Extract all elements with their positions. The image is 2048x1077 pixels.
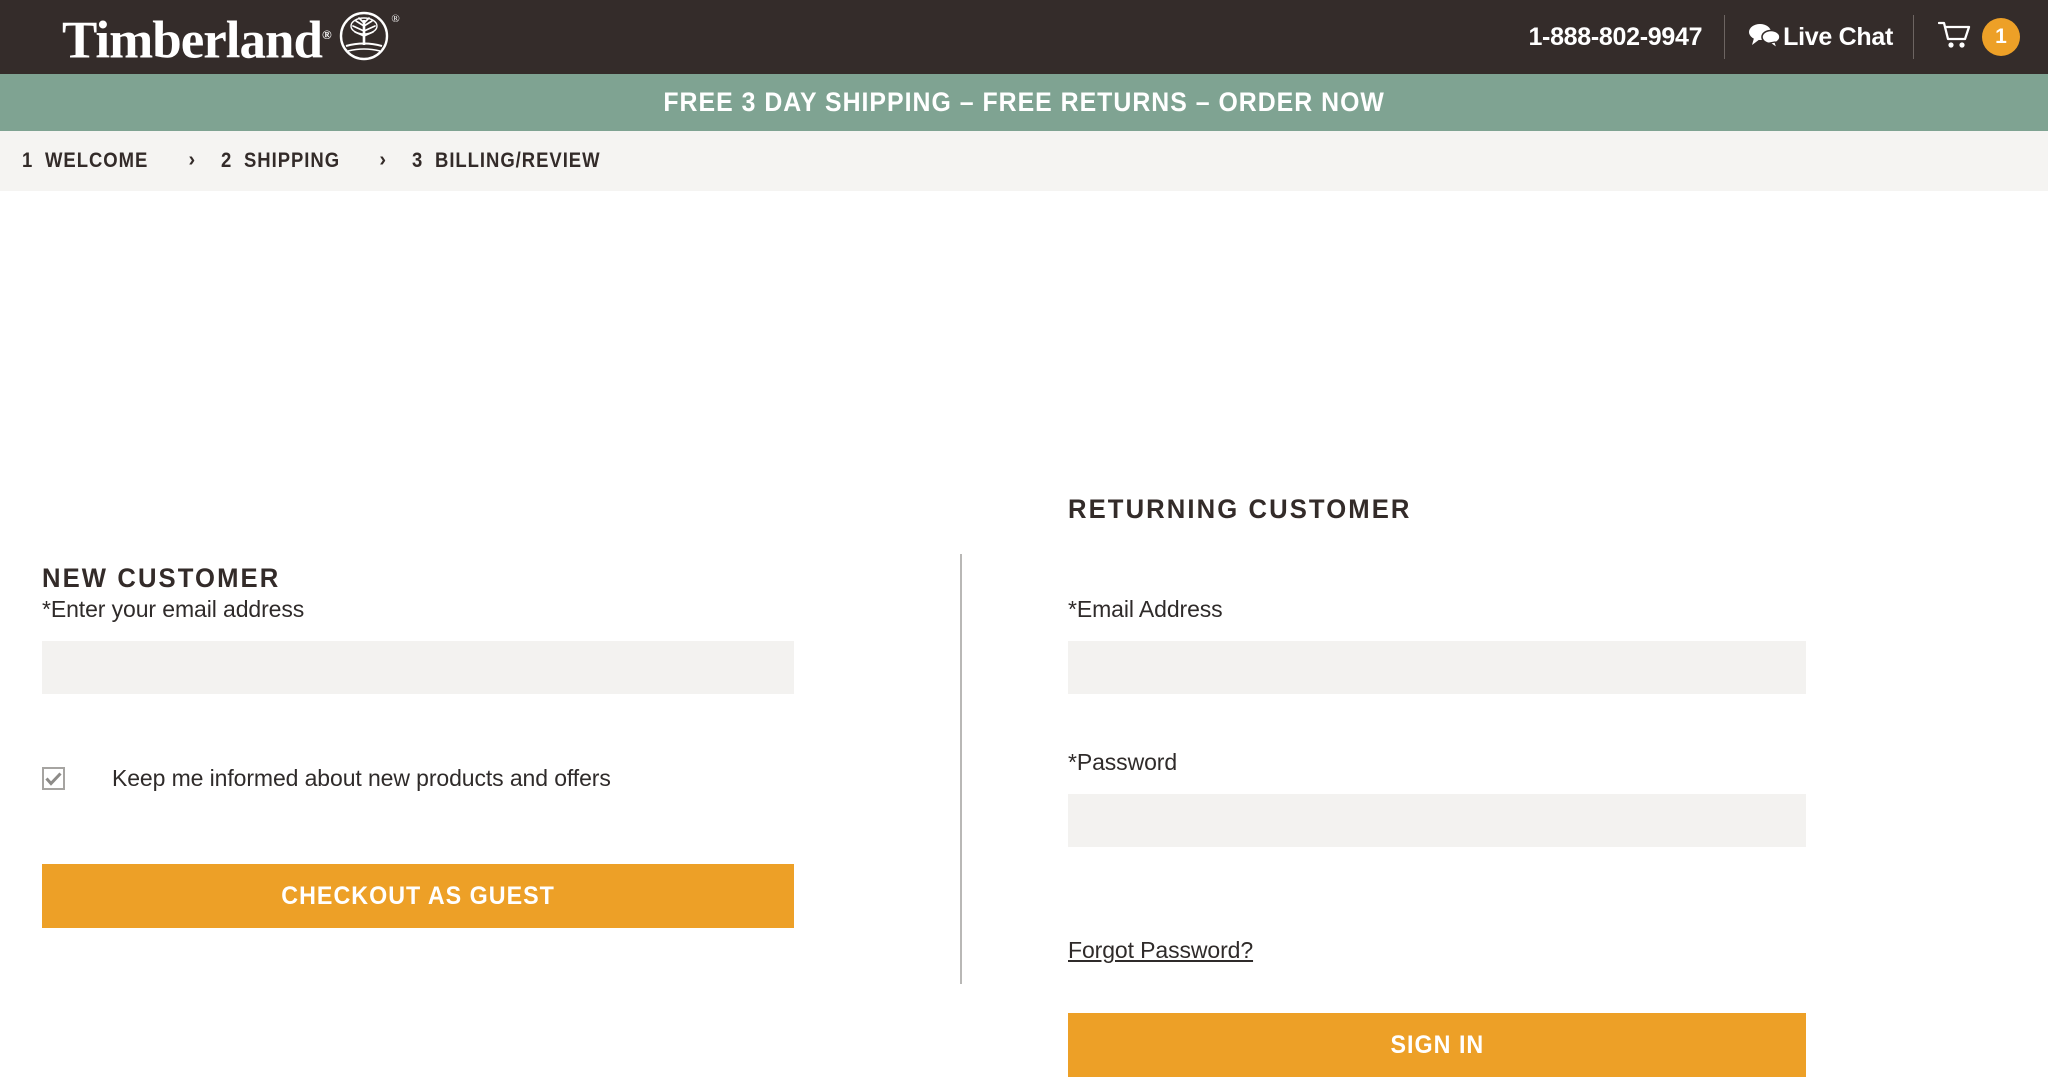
step-label: SHIPPING xyxy=(244,149,341,172)
returning-password-input[interactable] xyxy=(1068,794,1806,847)
breadcrumb-step-welcome[interactable]: 1 WELCOME xyxy=(22,149,162,173)
phone-number[interactable]: 1-888-802-9947 xyxy=(1528,23,1724,52)
step-number: 3 xyxy=(412,149,423,172)
returning-password-field-wrap xyxy=(1068,794,1806,847)
live-chat-label: Live Chat xyxy=(1783,22,1893,51)
cart-button[interactable]: 1 xyxy=(1914,18,2020,56)
forgot-password-wrap: Forgot Password? xyxy=(1068,937,1253,964)
emblem-registered-mark: ® xyxy=(391,13,400,25)
new-customer-title: NEW CUSTOMER xyxy=(42,563,281,593)
returning-email-field-wrap xyxy=(1068,641,1806,694)
keep-informed-checkbox-row[interactable]: Keep me informed about new products and … xyxy=(42,765,611,792)
logo-registered-mark: ® xyxy=(321,27,332,43)
keep-informed-checkbox[interactable] xyxy=(42,767,65,790)
returning-customer-title: RETURNING CUSTOMER xyxy=(1068,494,1412,524)
breadcrumb-separator-icon: › xyxy=(188,148,196,171)
checkout-as-guest-button[interactable]: CHECKOUT AS GUEST xyxy=(42,864,794,928)
new-customer-email-field-wrap xyxy=(42,641,794,694)
promo-banner: FREE 3 DAY SHIPPING – FREE RETURNS – ORD… xyxy=(0,74,2048,131)
sign-in-button[interactable]: SIGN IN xyxy=(1068,1013,1806,1077)
new-customer-email-label: *Enter your email address xyxy=(42,596,305,622)
checkout-breadcrumb: 1 WELCOME › 2 SHIPPING › 3 BILLING/REVIE… xyxy=(0,131,2048,191)
tree-circle-emblem-icon: ® xyxy=(339,11,400,66)
live-chat-button[interactable]: Live Chat xyxy=(1725,19,1913,56)
site-header: Timberland® ® 1-888-802-9947 Live Chat 1 xyxy=(0,0,2048,74)
new-customer-email-input[interactable] xyxy=(42,641,794,694)
returning-password-label: *Password xyxy=(1068,749,1178,775)
breadcrumb-step-billing-review[interactable]: 3 BILLING/REVIEW xyxy=(412,149,623,173)
step-number: 2 xyxy=(221,149,232,172)
logo-wordmark-text: Timberland xyxy=(62,12,323,70)
step-label: WELCOME xyxy=(45,149,149,172)
step-label: BILLING/REVIEW xyxy=(435,149,601,172)
forgot-password-link[interactable]: Forgot Password? xyxy=(1068,937,1253,963)
checkout-main: NEW CUSTOMER *Enter your email address K… xyxy=(0,191,2048,1077)
keep-informed-label: Keep me informed about new products and … xyxy=(112,765,611,791)
logo-wordmark: Timberland® xyxy=(62,8,332,68)
header-utility-nav: 1-888-802-9947 Live Chat 1 xyxy=(1528,0,2020,74)
returning-email-input[interactable] xyxy=(1068,641,1806,694)
breadcrumb-separator-icon: › xyxy=(379,148,387,171)
promo-banner-text: FREE 3 DAY SHIPPING – FREE RETURNS – ORD… xyxy=(663,87,1385,117)
shopping-cart-icon xyxy=(1937,20,1972,55)
cart-count-badge: 1 xyxy=(1982,18,2020,56)
checkout-as-guest-button-wrap: CHECKOUT AS GUEST xyxy=(42,864,794,928)
speech-bubbles-icon xyxy=(1747,21,1781,56)
column-divider xyxy=(960,554,962,984)
timberland-logo[interactable]: Timberland® ® xyxy=(62,6,400,68)
sign-in-label: SIGN IN xyxy=(1390,1030,1484,1059)
sign-in-button-wrap: SIGN IN xyxy=(1068,1013,1806,1077)
step-number: 1 xyxy=(22,149,33,172)
checkout-as-guest-label: CHECKOUT AS GUEST xyxy=(281,881,555,910)
breadcrumb-step-shipping[interactable]: 2 SHIPPING xyxy=(221,149,353,173)
returning-email-label: *Email Address xyxy=(1068,596,1223,622)
checkmark-icon xyxy=(45,771,62,786)
